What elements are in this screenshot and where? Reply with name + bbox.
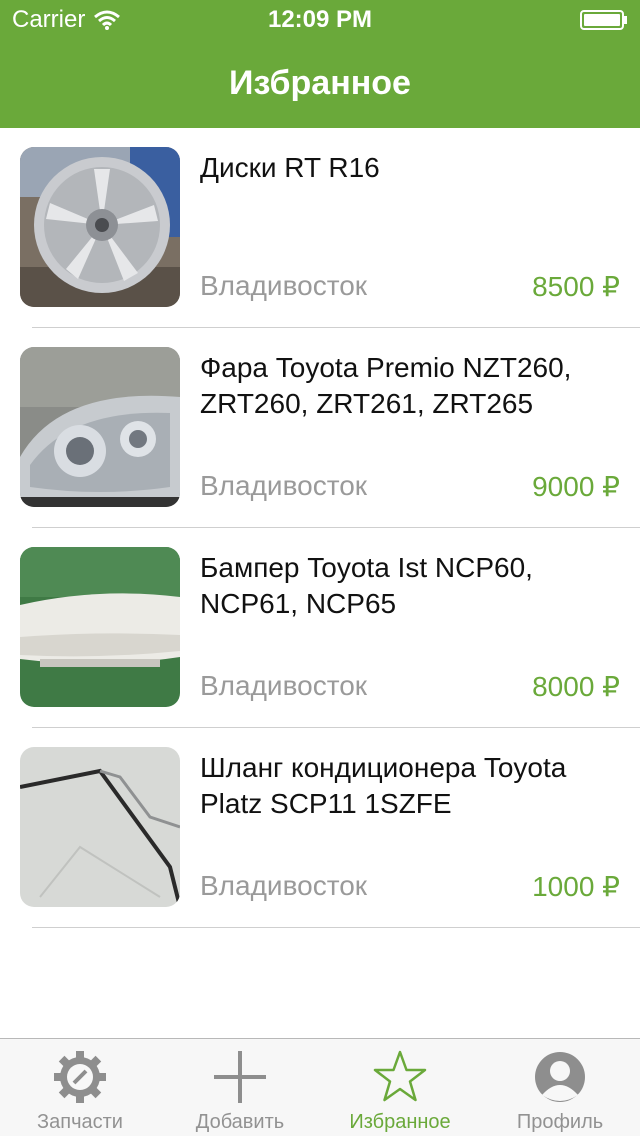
tab-label: Избранное bbox=[349, 1111, 451, 1133]
item-title: Шланг кондиционера Toyota Platz SCP11 1S… bbox=[200, 752, 567, 819]
tab-parts[interactable]: Запчасти bbox=[0, 1039, 160, 1136]
plus-icon bbox=[214, 1051, 266, 1103]
tab-label: Профиль bbox=[516, 1111, 604, 1133]
star-icon bbox=[373, 1050, 427, 1102]
item-price: 1000 ₽ bbox=[532, 871, 620, 902]
list-item[interactable]: Фара Toyota Premio NZT260, ZRT260, ZRT26… bbox=[0, 328, 640, 528]
tab-add[interactable]: Добавить bbox=[160, 1039, 320, 1136]
item-thumbnail-bumper bbox=[20, 547, 180, 707]
item-thumbnail-wheel bbox=[20, 147, 180, 307]
item-title: Фара Toyota Premio NZT260, ZRT260, ZRT26… bbox=[200, 352, 572, 419]
status-bar: Carrier 12:09 PM bbox=[0, 0, 640, 40]
favorites-list: Диски RT R16 Владивосток 8500 ₽ Фара Toy… bbox=[0, 128, 640, 928]
item-thumbnail-headlight bbox=[20, 347, 180, 507]
tab-label: Добавить bbox=[195, 1111, 285, 1133]
tab-bar: Запчасти Добавить Избранное Профиль bbox=[0, 1038, 640, 1136]
profile-icon bbox=[535, 1052, 585, 1102]
page-title: Избранное bbox=[229, 64, 411, 102]
list-item[interactable]: Шланг кондиционера Toyota Platz SCP11 1S… bbox=[0, 728, 640, 928]
navigation-header: Carrier 12:09 PM Избранное bbox=[0, 0, 640, 128]
item-city: Владивосток bbox=[200, 870, 368, 901]
item-title: Бампер Toyota Ist NCP60, NCP61, NCP65 bbox=[200, 552, 533, 619]
tab-label: Запчасти bbox=[37, 1111, 123, 1133]
tab-profile[interactable]: Профиль bbox=[480, 1039, 640, 1136]
list-item[interactable]: Диски RT R16 Владивосток 8500 ₽ bbox=[0, 128, 640, 328]
item-city: Владивосток bbox=[200, 670, 368, 701]
gear-icon bbox=[54, 1051, 106, 1103]
item-thumbnail-hose bbox=[20, 747, 180, 907]
tab-favorites[interactable]: Избранное bbox=[320, 1039, 480, 1136]
item-price: 8000 ₽ bbox=[532, 671, 620, 702]
status-time: 12:09 PM bbox=[267, 6, 373, 33]
item-price: 8500 ₽ bbox=[532, 271, 620, 302]
list-item[interactable]: Бампер Toyota Ist NCP60, NCP61, NCP65 Вл… bbox=[0, 528, 640, 728]
item-city: Владивосток bbox=[200, 270, 368, 301]
row-separator bbox=[32, 927, 640, 928]
item-city: Владивосток bbox=[200, 470, 368, 501]
battery-icon bbox=[580, 10, 627, 30]
item-price: 9000 ₽ bbox=[532, 471, 620, 502]
item-title: Диски RT R16 bbox=[200, 152, 380, 183]
